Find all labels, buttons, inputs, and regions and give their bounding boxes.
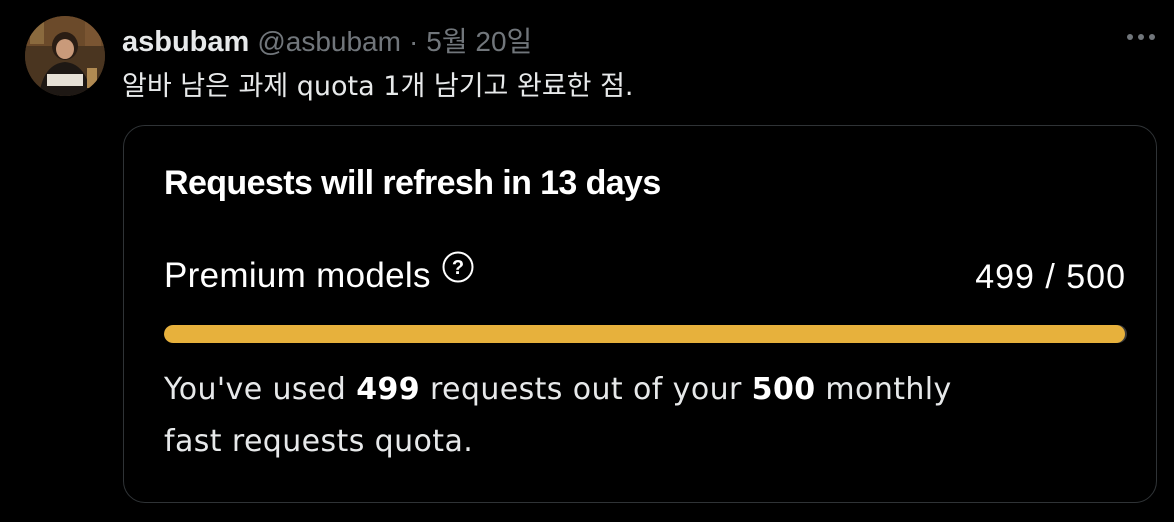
description-prefix: You've used bbox=[164, 372, 357, 407]
attached-image-card[interactable]: Requests will refresh in 13 days Premium… bbox=[123, 125, 1157, 503]
description-limit: 500 bbox=[751, 372, 816, 407]
quota-progress-fill bbox=[164, 325, 1126, 343]
description-middle: requests out of your bbox=[420, 372, 752, 407]
quota-count: 499 / 500 bbox=[975, 258, 1126, 296]
more-horizontal-icon bbox=[1127, 34, 1155, 40]
question-circle-icon[interactable]: ? bbox=[441, 250, 475, 284]
quota-progress-bar bbox=[164, 325, 1127, 343]
description-suffix: monthly bbox=[815, 372, 952, 407]
tweet-header: asbubam @asbubam · 5월 20일 bbox=[122, 20, 532, 58]
tweet-text: 알바 남은 과제 quota 1개 남기고 완료한 점. bbox=[122, 71, 634, 102]
svg-text:?: ? bbox=[452, 257, 464, 279]
separator-dot: · bbox=[408, 26, 419, 57]
quota-label-row: Premium models ? bbox=[164, 251, 475, 296]
quota-label: Premium models bbox=[164, 256, 431, 295]
description-line2: fast requests quota. bbox=[164, 424, 474, 459]
description-used: 499 bbox=[356, 372, 421, 407]
user-handle[interactable]: @asbubam bbox=[257, 26, 401, 58]
more-options-button[interactable] bbox=[1124, 22, 1158, 52]
refresh-title: Requests will refresh in 13 days bbox=[164, 164, 661, 202]
user-avatar-photo-icon bbox=[25, 16, 105, 96]
user-avatar[interactable] bbox=[25, 16, 105, 96]
quota-description: You've used 499 requests out of your 500… bbox=[164, 364, 1124, 468]
display-name[interactable]: asbubam bbox=[122, 26, 249, 59]
tweet-date[interactable]: 5월 20일 bbox=[426, 20, 532, 60]
